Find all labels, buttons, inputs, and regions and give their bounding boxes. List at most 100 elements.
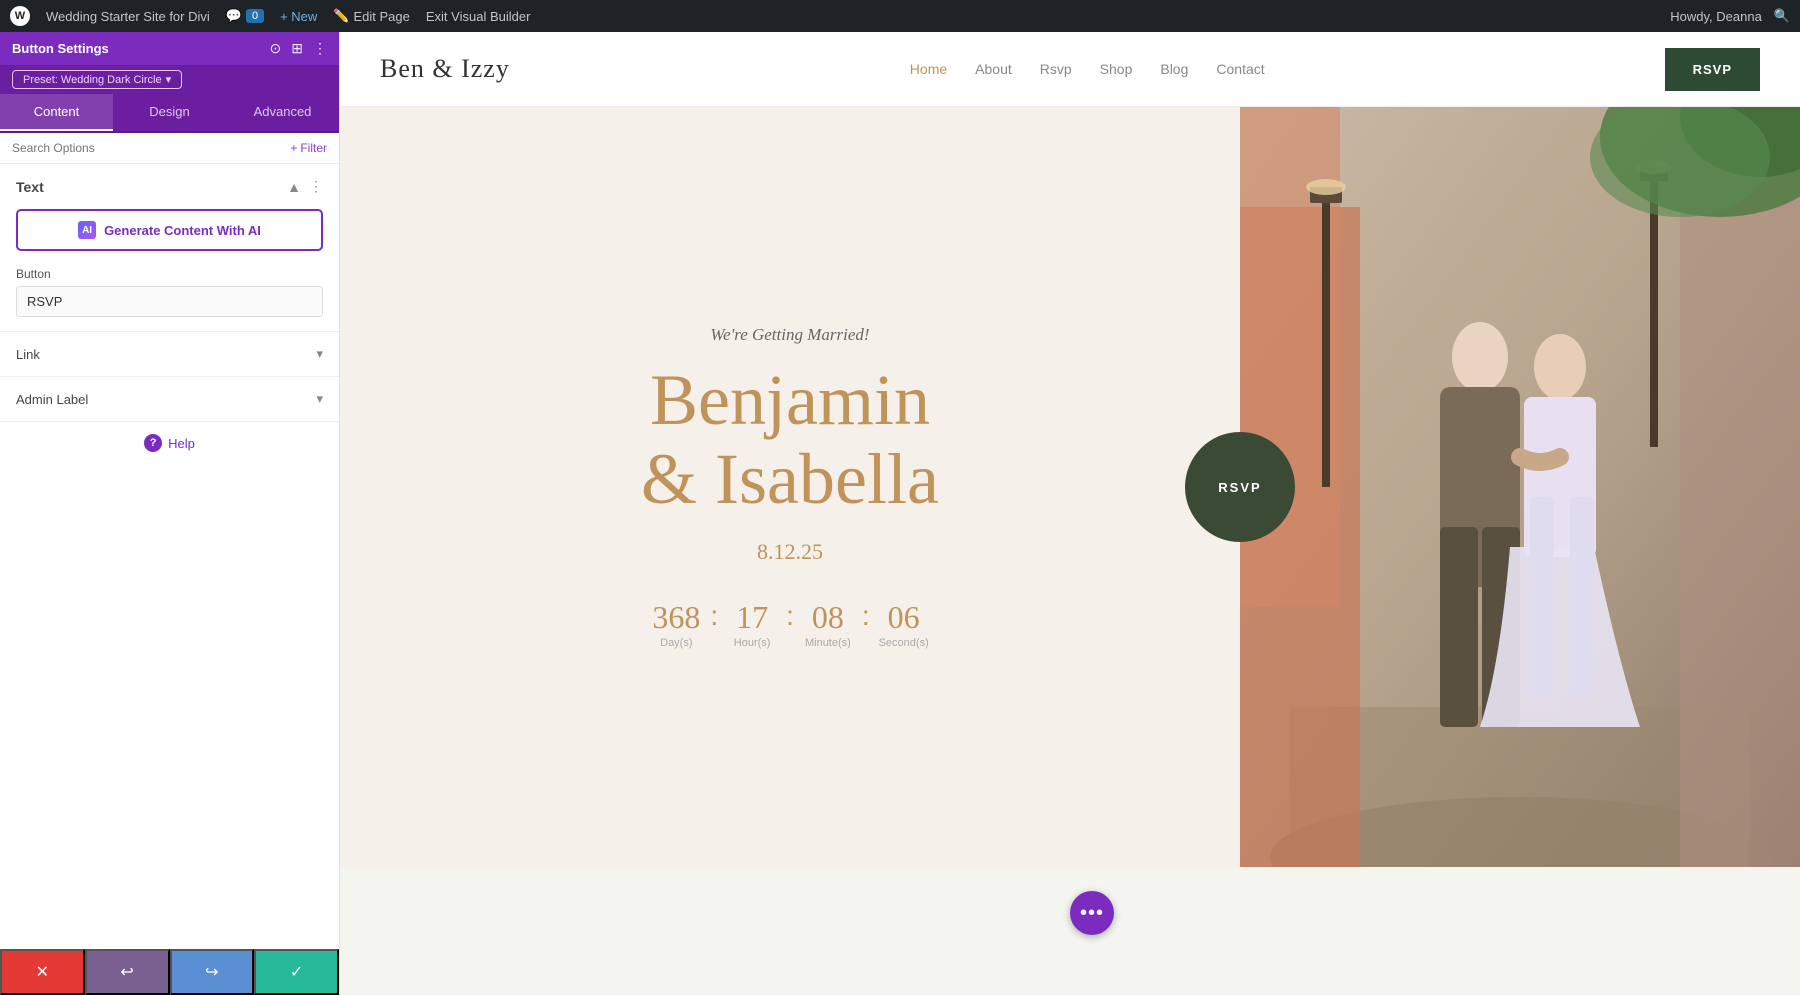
panel-header-icons: ⊙ ⊞ ⋮ bbox=[270, 40, 327, 57]
countdown-hours-number: 17 bbox=[722, 601, 782, 633]
text-section-collapse-icon[interactable]: ▲ bbox=[287, 179, 301, 195]
countdown-days-label: Day(s) bbox=[646, 637, 706, 649]
countdown-seconds-label: Second(s) bbox=[874, 637, 934, 649]
save-button[interactable]: ✓ bbox=[254, 949, 339, 995]
tab-design[interactable]: Design bbox=[113, 94, 226, 131]
hero-name2: & Isabella bbox=[641, 440, 939, 519]
countdown-minutes-number: 08 bbox=[798, 601, 858, 633]
hero-section: We're Getting Married! Benjamin & Isabel… bbox=[340, 107, 1800, 867]
hero-date: 8.12.25 bbox=[757, 539, 823, 565]
countdown-sep-1: : bbox=[710, 601, 718, 632]
admin-label-chevron-icon: ▾ bbox=[316, 391, 323, 407]
countdown-days-number: 368 bbox=[646, 601, 706, 633]
couple-photo-svg bbox=[1240, 107, 1800, 867]
filter-button[interactable]: + Filter bbox=[290, 141, 327, 155]
button-text-input[interactable] bbox=[16, 286, 323, 317]
link-section-chevron-icon: ▾ bbox=[316, 346, 323, 362]
countdown-minutes: 08 Minute(s) bbox=[798, 601, 858, 649]
bottom-toolbar: ✕ ↩ ↪ ✓ bbox=[0, 949, 339, 995]
help-button[interactable]: ? Help bbox=[0, 421, 339, 464]
nav-item-home[interactable]: Home bbox=[910, 61, 947, 77]
panel-header: Button Settings ⊙ ⊞ ⋮ bbox=[0, 32, 339, 65]
preset-label: Preset: Wedding Dark Circle bbox=[23, 74, 162, 86]
wp-admin-bar: W Wedding Starter Site for Divi 💬 0 + Ne… bbox=[0, 0, 1800, 32]
comment-icon: 💬 bbox=[226, 8, 242, 24]
tab-advanced-label: Advanced bbox=[254, 104, 312, 119]
left-panel: Button Settings ⊙ ⊞ ⋮ Preset: Wedding Da… bbox=[0, 32, 340, 995]
hero-name1: Benjamin bbox=[641, 361, 939, 440]
preset-bar: Preset: Wedding Dark Circle ▾ bbox=[0, 65, 339, 94]
wp-logo[interactable]: W bbox=[10, 6, 30, 26]
nav-item-shop[interactable]: Shop bbox=[1100, 61, 1133, 77]
nav-item-contact[interactable]: Contact bbox=[1216, 61, 1264, 77]
redo-icon: ↪ bbox=[205, 962, 218, 982]
panel-layout-icon[interactable]: ⊞ bbox=[291, 40, 303, 57]
undo-button[interactable]: ↩ bbox=[85, 949, 170, 995]
link-section-title: Link bbox=[16, 347, 40, 362]
text-section-header: Text ▲ ⋮ bbox=[0, 164, 339, 205]
countdown-seconds-number: 06 bbox=[874, 601, 934, 633]
nav-item-rsvp[interactable]: Rsvp bbox=[1040, 61, 1072, 77]
search-bar: + Filter bbox=[0, 133, 339, 164]
nav-item-about[interactable]: About bbox=[975, 61, 1012, 77]
link-section[interactable]: Link ▾ bbox=[0, 331, 339, 376]
countdown-minutes-label: Minute(s) bbox=[798, 637, 858, 649]
hero-right bbox=[1240, 107, 1800, 867]
ai-generate-button[interactable]: AI Generate Content With AI bbox=[16, 209, 323, 251]
edit-page-label: Edit Page bbox=[354, 9, 410, 24]
panel-zoom-icon[interactable]: ⊙ bbox=[270, 40, 282, 57]
comments-item[interactable]: 💬 0 bbox=[226, 8, 264, 24]
floating-dots-button[interactable]: ••• bbox=[1070, 891, 1114, 935]
new-item[interactable]: + New bbox=[280, 9, 317, 24]
countdown-sep-3: : bbox=[862, 601, 870, 632]
edit-page-item[interactable]: ✏️ Edit Page bbox=[333, 8, 410, 24]
exit-builder-label: Exit Visual Builder bbox=[426, 9, 531, 24]
hero-names: Benjamin & Isabella bbox=[641, 361, 939, 519]
howdy-label: Howdy, Deanna bbox=[1670, 9, 1762, 24]
cancel-button[interactable]: ✕ bbox=[0, 949, 85, 995]
site-name[interactable]: Wedding Starter Site for Divi bbox=[46, 9, 210, 24]
rsvp-circle-button[interactable]: RSVP bbox=[1185, 432, 1295, 542]
tab-content[interactable]: Content bbox=[0, 94, 113, 131]
redo-button[interactable]: ↪ bbox=[170, 949, 255, 995]
save-icon: ✓ bbox=[290, 962, 303, 982]
preset-badge[interactable]: Preset: Wedding Dark Circle ▾ bbox=[12, 70, 182, 89]
search-input[interactable] bbox=[12, 141, 284, 155]
text-section-more-icon[interactable]: ⋮ bbox=[309, 178, 323, 195]
undo-icon: ↩ bbox=[120, 962, 133, 982]
tab-advanced[interactable]: Advanced bbox=[226, 94, 339, 131]
site-logo: Ben & Izzy bbox=[380, 54, 510, 84]
comments-count: 0 bbox=[246, 9, 264, 23]
search-icon[interactable]: 🔍 bbox=[1774, 8, 1790, 24]
nav-item-blog[interactable]: Blog bbox=[1160, 61, 1188, 77]
filter-label: Filter bbox=[300, 141, 327, 155]
site-name-label: Wedding Starter Site for Divi bbox=[46, 9, 210, 24]
panel-title: Button Settings bbox=[12, 41, 109, 56]
exit-builder-item[interactable]: Exit Visual Builder bbox=[426, 9, 531, 24]
hero-subtitle: We're Getting Married! bbox=[710, 325, 869, 345]
filter-plus-icon: + bbox=[290, 141, 297, 155]
countdown-sep-2: : bbox=[786, 601, 794, 632]
main-wrapper: Button Settings ⊙ ⊞ ⋮ Preset: Wedding Da… bbox=[0, 32, 1800, 995]
site-rsvp-button[interactable]: RSVP bbox=[1665, 48, 1760, 91]
panel-content: Text ▲ ⋮ AI Generate Content With AI But… bbox=[0, 164, 339, 949]
button-field-group: Button bbox=[0, 263, 339, 331]
panel-more-icon[interactable]: ⋮ bbox=[313, 40, 327, 57]
ai-button-label: Generate Content With AI bbox=[104, 223, 261, 238]
countdown: 368 Day(s) : 17 Hour(s) : 08 Minute(s) : bbox=[646, 601, 933, 649]
button-field-label: Button bbox=[16, 267, 323, 281]
admin-label-section[interactable]: Admin Label ▾ bbox=[0, 376, 339, 421]
countdown-days: 368 Day(s) bbox=[646, 601, 706, 649]
site-menu: Home About Rsvp Shop Blog Contact bbox=[910, 61, 1265, 77]
text-section-icons: ▲ ⋮ bbox=[287, 178, 323, 195]
admin-label-title: Admin Label bbox=[16, 392, 88, 407]
site-nav: Ben & Izzy Home About Rsvp Shop Blog Con… bbox=[340, 32, 1800, 107]
edit-icon: ✏️ bbox=[333, 8, 349, 24]
countdown-hours: 17 Hour(s) bbox=[722, 601, 782, 649]
help-circle-icon: ? bbox=[144, 434, 162, 452]
preset-chevron-icon: ▾ bbox=[166, 73, 172, 86]
website-preview: Ben & Izzy Home About Rsvp Shop Blog Con… bbox=[340, 32, 1800, 995]
cancel-icon: ✕ bbox=[36, 962, 49, 982]
hero-left: We're Getting Married! Benjamin & Isabel… bbox=[340, 107, 1240, 867]
couple-photo bbox=[1240, 107, 1800, 867]
